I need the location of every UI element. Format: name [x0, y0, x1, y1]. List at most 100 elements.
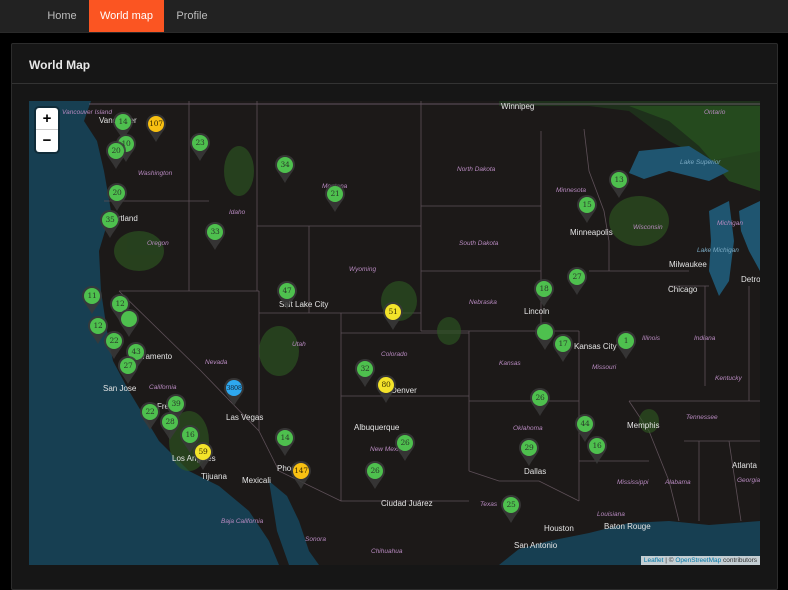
label-alabama: Alabama	[665, 479, 691, 486]
cluster-marker[interactable]: 16	[586, 435, 608, 465]
cluster-count: 39	[168, 396, 184, 412]
attribution-suffix: contributors	[721, 557, 757, 564]
cluster-marker[interactable]: 28	[159, 411, 181, 441]
cluster-count: 59	[195, 444, 211, 460]
label-louisiana: Louisiana	[597, 511, 625, 518]
label-utah: Utah	[292, 341, 306, 348]
label-winnipeg: Winnipeg	[501, 102, 535, 111]
cluster-marker[interactable]: 35	[99, 209, 121, 239]
cluster-count: 34	[277, 157, 293, 173]
label-sonora: Sonora	[305, 536, 326, 543]
map-container[interactable]: Vancouver Island Vancouver Washington Po…	[29, 101, 760, 565]
label-san-jose: San Jose	[103, 384, 137, 393]
label-oregon: Oregon	[147, 240, 169, 247]
label-kansas-city: Kansas City	[574, 342, 617, 351]
label-houston: Houston	[544, 524, 574, 533]
cluster-count: 26	[367, 463, 383, 479]
label-california: California	[149, 384, 177, 391]
cluster-marker[interactable]: 59	[192, 441, 214, 471]
cluster-marker[interactable]: 32	[354, 358, 376, 388]
label-texas: Texas	[480, 501, 498, 508]
nav-world-map[interactable]: World map	[89, 0, 164, 32]
cluster-marker[interactable]: 27	[117, 355, 139, 385]
cluster-count: 25	[503, 497, 519, 513]
cluster-marker[interactable]: 25	[500, 494, 522, 524]
leaflet-link[interactable]: Leaflet	[644, 557, 664, 564]
lake-huron	[739, 201, 760, 271]
cluster-count: 26	[397, 435, 413, 451]
cluster-marker[interactable]: 17	[552, 333, 574, 363]
label-lincoln: Lincoln	[524, 307, 550, 316]
cluster-count: 15	[579, 197, 595, 213]
cluster-count: 21	[327, 186, 343, 202]
cluster-marker[interactable]: 29	[518, 437, 540, 467]
cluster-count: 23	[192, 135, 208, 151]
label-tennessee: Tennessee	[686, 414, 718, 421]
cluster-marker[interactable]: 18	[533, 278, 555, 308]
label-ontario: Ontario	[704, 109, 726, 116]
cluster-marker[interactable]: 26	[529, 387, 551, 417]
cluster-marker[interactable]: 15	[576, 194, 598, 224]
cluster-count: 14	[115, 114, 131, 130]
openstreetmap-link[interactable]: OpenStreetMap	[675, 557, 721, 564]
label-lake-superior: Lake Superior	[680, 159, 721, 166]
label-albuquerque: Albuquerque	[354, 423, 400, 432]
cluster-marker[interactable]: 26	[394, 432, 416, 462]
cluster-marker[interactable]: 13	[608, 169, 630, 199]
nav-home[interactable]: Home	[37, 0, 87, 32]
label-memphis: Memphis	[627, 421, 660, 430]
cluster-marker[interactable]: 26	[364, 460, 386, 490]
cluster-marker[interactable]: 34	[274, 154, 296, 184]
label-tijuana: Tijuana	[201, 472, 227, 481]
cluster-count: 3808	[226, 380, 242, 396]
label-mississippi: Mississippi	[617, 479, 649, 486]
label-oklahoma: Oklahoma	[513, 425, 543, 432]
label-detroit: Detroit	[741, 275, 760, 284]
cluster-marker[interactable]: 22	[139, 401, 161, 431]
cluster-marker[interactable]: 20	[106, 182, 128, 212]
cluster-marker[interactable]: 11	[81, 285, 103, 315]
zoom-in-button[interactable]: +	[36, 108, 58, 130]
cluster-marker[interactable]: 147	[290, 460, 312, 490]
label-indiana: Indiana	[694, 335, 716, 342]
label-minneapolis: Minneapolis	[570, 228, 613, 237]
panel-header: World Map	[12, 44, 777, 84]
cluster-marker[interactable]: 20	[105, 140, 127, 170]
label-nebraska: Nebraska	[469, 299, 497, 306]
cluster-marker[interactable]: 3808	[223, 377, 245, 407]
zoom-out-button[interactable]: −	[36, 130, 58, 152]
cluster-marker[interactable]: 33	[204, 221, 226, 251]
cluster-marker[interactable]: 1	[615, 330, 637, 360]
cluster-marker[interactable]: 14	[274, 427, 296, 457]
cluster-marker[interactable]: 23	[189, 132, 211, 162]
label-wisconsin: Wisconsin	[633, 224, 663, 231]
label-chihuahua: Chihuahua	[371, 548, 403, 555]
cluster-count: 147	[293, 463, 309, 479]
cluster-marker[interactable]: 27	[566, 266, 588, 296]
cluster-marker[interactable]: 47	[276, 280, 298, 310]
label-idaho: Idaho	[229, 209, 246, 216]
nav-profile[interactable]: Profile	[166, 0, 218, 32]
zoom-control: + −	[36, 108, 58, 152]
cluster-count	[537, 324, 553, 340]
cluster-count: 35	[102, 212, 118, 228]
label-dallas: Dallas	[524, 467, 547, 476]
cluster-marker[interactable]: 80	[375, 374, 397, 404]
label-washington: Washington	[138, 170, 173, 177]
gulf-of-california	[269, 481, 319, 565]
label-georgia: Georgia	[737, 477, 760, 484]
cluster-count: 80	[378, 377, 394, 393]
label-kansas: Kansas	[499, 360, 521, 367]
label-chicago: Chicago	[668, 285, 698, 294]
label-kentucky: Kentucky	[715, 375, 742, 382]
cluster-marker[interactable]: 51	[382, 301, 404, 331]
cluster-count: 14	[277, 430, 293, 446]
label-las-vegas: Las Vegas	[226, 413, 264, 422]
cluster-marker[interactable]: 21	[324, 183, 346, 213]
cluster-count: 32	[357, 361, 373, 377]
label-south-dakota: South Dakota	[459, 240, 499, 247]
cluster-count	[121, 311, 137, 327]
label-michigan: Michigan	[717, 220, 744, 227]
map-attribution: Leaflet | © OpenStreetMap contributors	[640, 556, 760, 565]
cluster-marker[interactable]: 107	[145, 113, 167, 143]
